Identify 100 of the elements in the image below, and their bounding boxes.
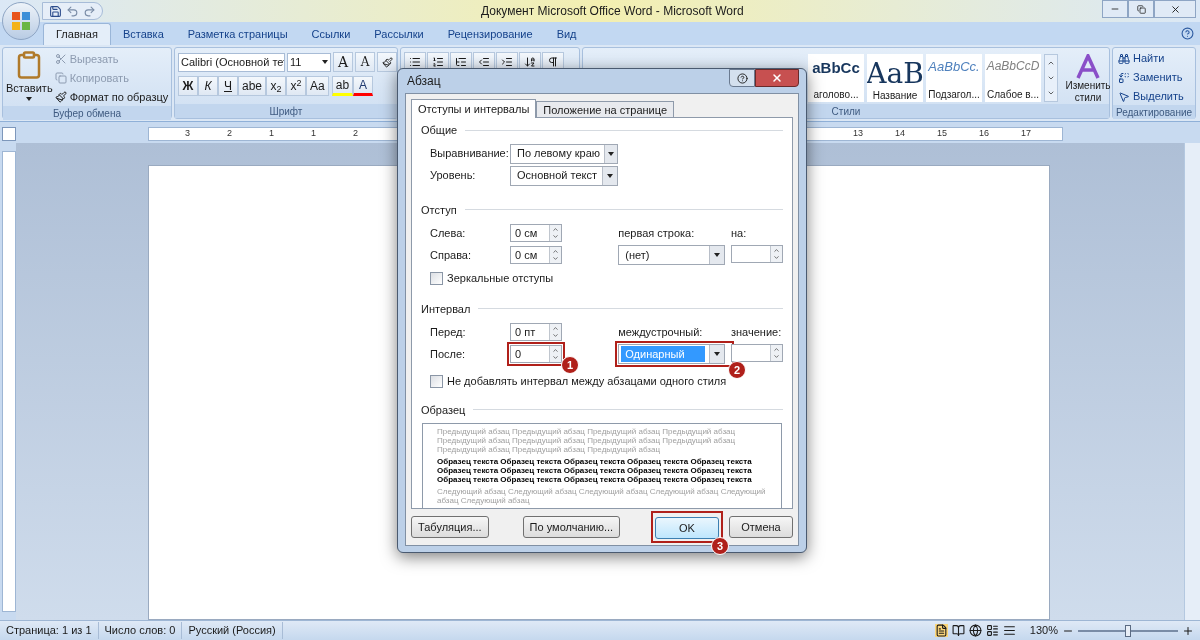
spin-arrows-icon[interactable]	[549, 324, 561, 340]
font-name-field[interactable]: Calibri (Основной те	[178, 52, 285, 72]
minimize-button[interactable]	[1102, 0, 1128, 18]
cancel-button[interactable]: Отмена	[729, 516, 793, 538]
vertical-scrollbar[interactable]	[1184, 143, 1200, 620]
style-gallery-item[interactable]: AaBbCcD Слабое в...	[985, 54, 1041, 102]
ruler-number: 15	[936, 127, 948, 141]
restore-button[interactable]	[1128, 0, 1154, 18]
preview-next-text: Следующий абзац Следующий абзац Следующий абзац Следующий абзац Следующий абзац Следующий абзац	[437, 487, 767, 505]
styles-letter-icon	[1075, 54, 1101, 80]
clipboard-button[interactable]: Формат по образцу	[54, 88, 169, 106]
group-label: Шрифт	[269, 104, 303, 119]
replace-icon	[1118, 71, 1130, 84]
group-label: Стили	[831, 104, 861, 119]
ribbon-tab[interactable]: Вставка	[110, 23, 176, 45]
ruler-number: 17	[1020, 127, 1032, 141]
close-button[interactable]	[755, 69, 799, 87]
multilevel-list-icon	[455, 56, 467, 68]
format-button[interactable]: К	[198, 76, 218, 96]
format-button[interactable]: x$^{2}$	[286, 76, 307, 96]
checkbox[interactable]	[430, 271, 443, 285]
pointer-icon	[1118, 90, 1130, 103]
editing-button[interactable]: Найти	[1118, 50, 1184, 67]
tab-stop-selector[interactable]	[2, 127, 16, 141]
numbered-list-icon	[432, 56, 444, 68]
help-icon[interactable]	[1181, 27, 1194, 40]
spin-arrows-icon[interactable]	[549, 247, 561, 263]
format-button[interactable]: x$_{2}$	[266, 76, 287, 96]
spin-arrows-icon[interactable]	[549, 346, 561, 362]
format-button[interactable]: Ж	[178, 76, 198, 96]
zoom-slider[interactable]	[1078, 623, 1178, 638]
view-mode-icon[interactable]	[951, 624, 965, 637]
ribbon-tab[interactable]: Рассылки	[362, 23, 436, 45]
style-gallery-item[interactable]: AaBbCc. Подзагол...	[926, 54, 982, 102]
zoom-in-icon[interactable]	[1182, 624, 1194, 637]
ruler-number: 3	[184, 127, 191, 141]
format-button[interactable]: Aa	[306, 76, 329, 96]
ribbon-tab[interactable]: Рецензирование	[435, 23, 545, 45]
spin-field[interactable]: 0 см	[510, 246, 562, 264]
section-heading: Общие	[421, 123, 458, 138]
redo-icon[interactable]	[83, 4, 96, 18]
checkbox[interactable]	[430, 374, 443, 388]
office-logo-icon	[11, 11, 31, 31]
ribbon-tab[interactable]: Ссылки	[299, 23, 363, 45]
section-heading: Отступ	[421, 202, 457, 218]
view-mode-icon[interactable]	[1002, 624, 1016, 637]
ruler-number: 2	[352, 127, 359, 141]
view-mode-icon[interactable]	[985, 624, 999, 637]
spin-field[interactable]: 0 см	[510, 224, 562, 242]
default-button[interactable]: По умолчанию...	[522, 516, 621, 538]
field-label: Перед:	[430, 324, 467, 340]
font-color-button[interactable]: A	[353, 76, 374, 96]
format-button[interactable]: abe	[238, 76, 267, 96]
view-mode-icon[interactable]	[968, 624, 982, 637]
format-button[interactable]: Ч	[218, 76, 238, 96]
style-gallery-item[interactable]: aBbCc аголово...	[808, 54, 864, 102]
spin-arrows-icon[interactable]	[770, 246, 782, 262]
spin-field[interactable]: 0	[510, 345, 562, 363]
tabs-button[interactable]: Табуляция...	[411, 516, 489, 538]
dialog-tab[interactable]: Положение на странице	[536, 101, 675, 117]
group-label: Редактирование	[1115, 105, 1193, 120]
clear-format-button[interactable]	[377, 52, 397, 72]
font-size-field[interactable]: 11	[287, 52, 331, 72]
save-icon[interactable]	[49, 4, 62, 18]
spin-field[interactable]	[731, 344, 783, 362]
spin-arrows-icon[interactable]	[770, 345, 782, 361]
field-label: Уровень:	[430, 168, 477, 184]
dropdown[interactable]: Основной текст	[510, 165, 618, 186]
shrink-font-button[interactable]: A	[355, 52, 375, 72]
step-number-badge: 3	[711, 537, 729, 556]
scissors-icon	[54, 53, 67, 65]
dropdown[interactable]: По левому краю	[510, 143, 618, 164]
editing-button[interactable]: Выделить	[1118, 88, 1184, 105]
field-label: Слева:	[430, 225, 467, 241]
field-label: Справа:	[430, 247, 473, 263]
dropdown[interactable]: (нет)	[618, 245, 726, 265]
caret-icon	[608, 151, 614, 156]
ok-button[interactable]: OK	[655, 517, 719, 540]
increase-indent-icon	[501, 56, 513, 68]
ribbon-tab[interactable]: Разметка страницы	[175, 23, 300, 45]
editing-button[interactable]: Заменить	[1118, 69, 1184, 86]
view-mode-icon[interactable]	[934, 624, 948, 637]
ruler-number: 2	[226, 127, 233, 141]
bullet-list-icon	[409, 56, 421, 68]
help-icon	[736, 72, 748, 84]
change-styles-button[interactable]: Изменить стили	[1061, 54, 1115, 104]
ribbon-tab[interactable]: Вид	[544, 23, 589, 45]
status-text: Страница: 1 из 1	[0, 622, 99, 639]
dialog-tab[interactable]: Отступы и интервалы	[411, 99, 537, 118]
ribbon-tab[interactable]: Главная	[43, 23, 111, 45]
paste-button[interactable]: Вставить	[6, 80, 53, 97]
help-button[interactable]	[729, 69, 755, 87]
grow-font-button[interactable]: A	[333, 52, 353, 72]
spin-arrows-icon[interactable]	[549, 225, 561, 241]
office-button[interactable]	[2, 2, 40, 40]
spin-field[interactable]: 0 пт	[510, 323, 562, 341]
highlight-button[interactable]: ab	[331, 76, 354, 96]
spin-field[interactable]	[731, 245, 783, 263]
zoom-thumb[interactable]	[1125, 624, 1131, 637]
decrease-indent-icon	[478, 56, 490, 68]
